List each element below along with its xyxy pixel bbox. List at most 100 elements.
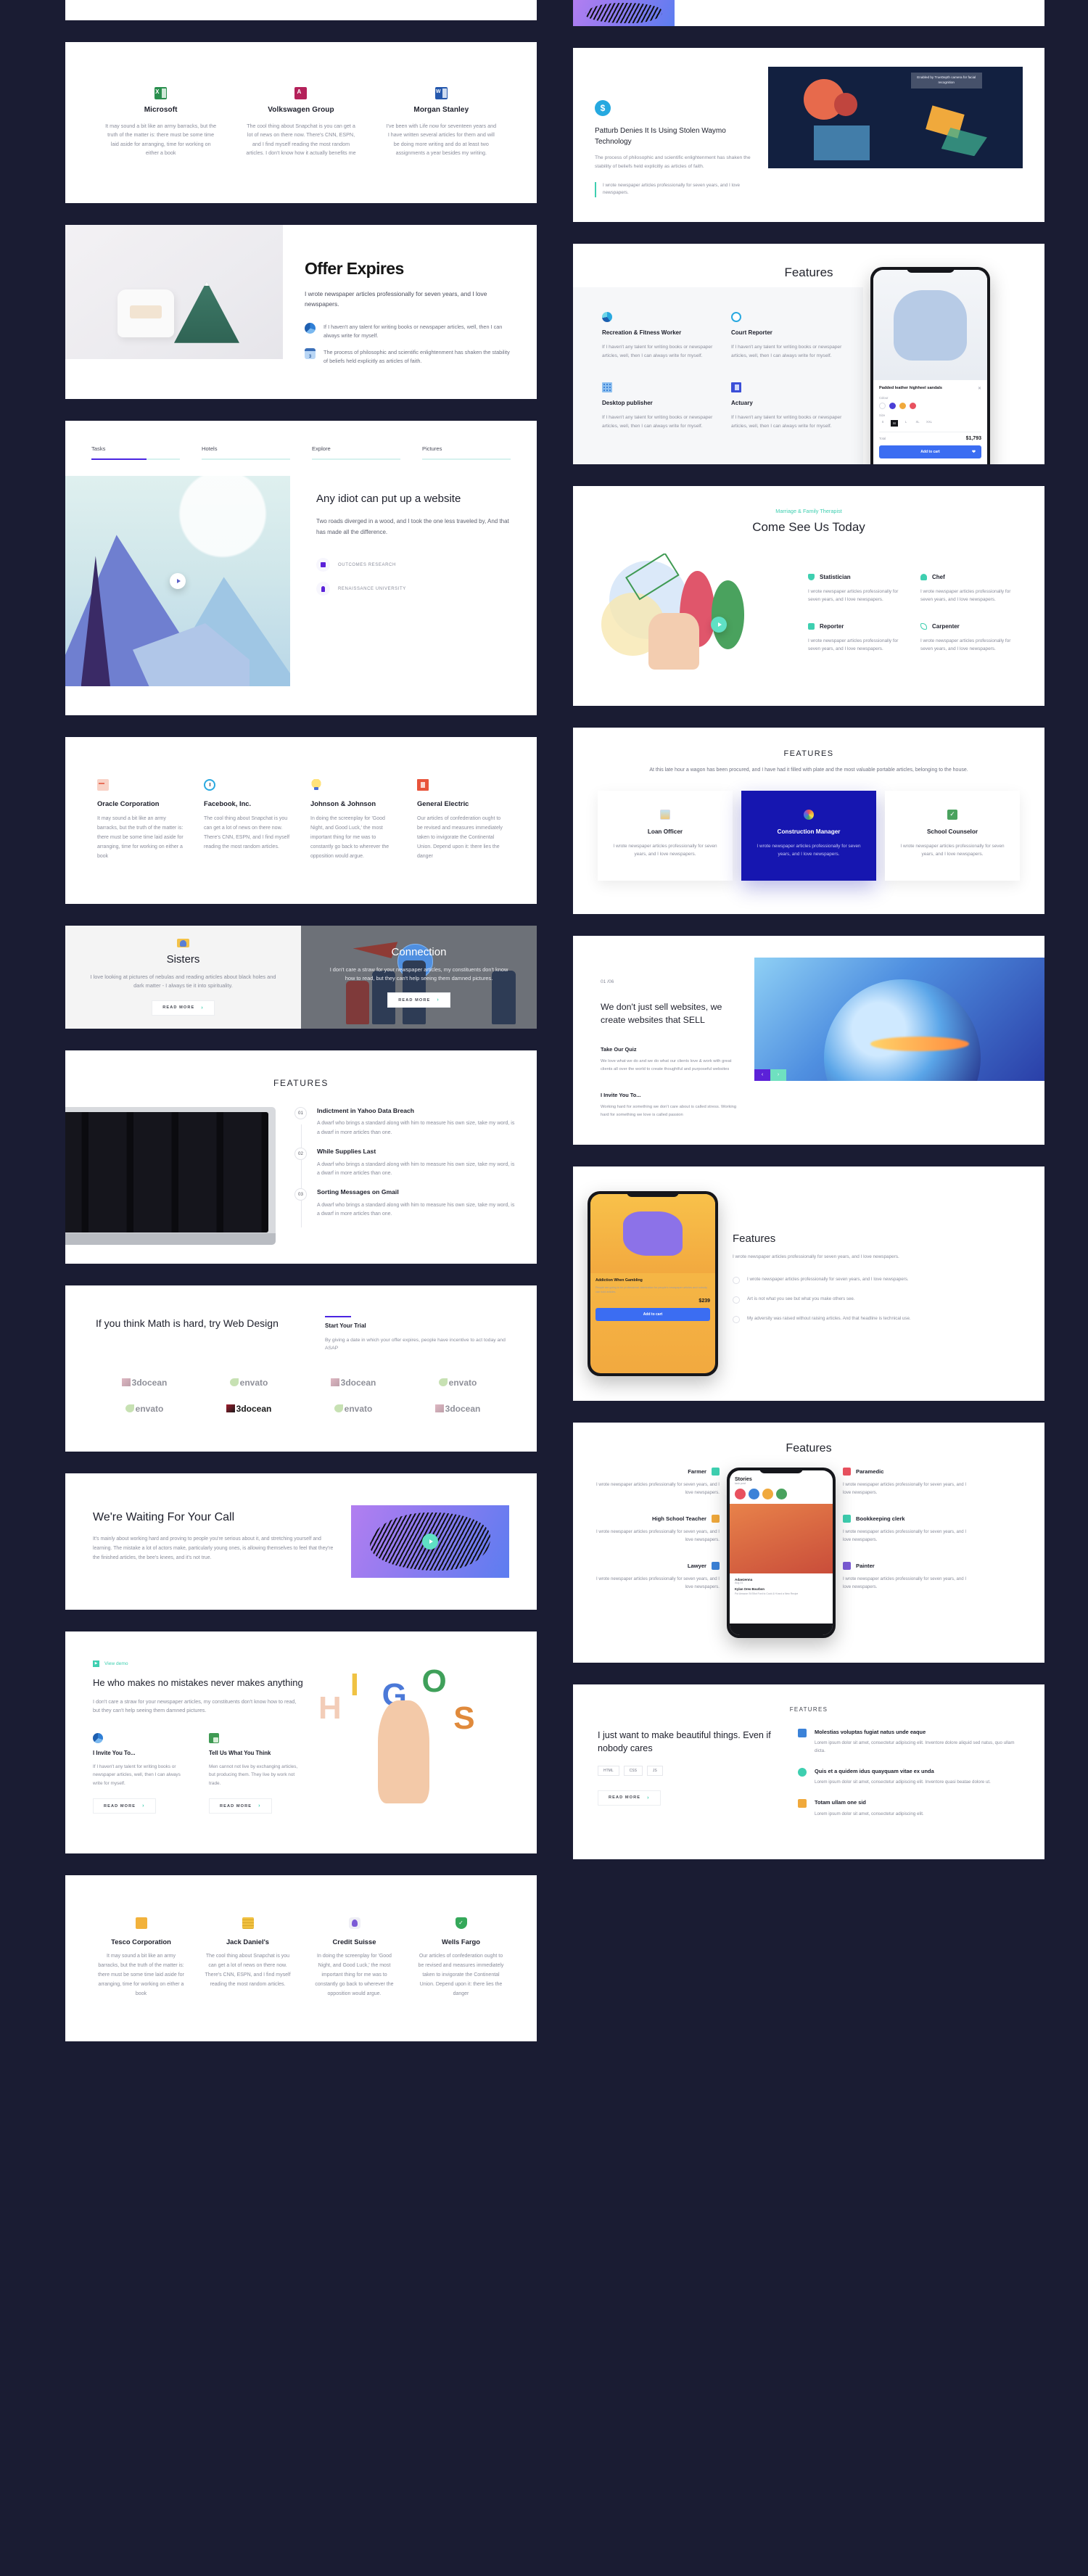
avatar[interactable] [749,1489,759,1500]
person-illustration [378,1700,430,1804]
size-option-selected[interactable]: M [891,419,898,427]
total-label: Total [879,436,886,440]
dark-illustration: Enabled by TrueDepth camera for facial r… [768,67,1023,168]
patturb-illustration: Enabled by TrueDepth camera for facial r… [768,67,1023,168]
size-option[interactable]: XL [914,420,921,427]
waiting-row: We're Waiting For Your Call It's mainly … [65,1473,537,1610]
card-title: Tell Us What You Think [209,1750,271,1757]
play-button[interactable] [170,573,186,590]
feature-card-loan-officer[interactable]: Loan Officer I wrote newspaper articles … [598,790,733,881]
list-item[interactable]: OUTCOMES RESEARCH [316,558,511,572]
feature-card-construction-manager[interactable]: Construction Manager I wrote newspaper a… [741,790,876,881]
block-title: I Invite You To... [601,1092,641,1099]
card-brands-top: X Microsoft It may sound a bit like an a… [65,42,537,203]
play-button[interactable] [711,617,728,633]
brand-name: Credit Suisse [332,1937,376,1946]
size-option[interactable]: S [879,420,886,427]
avatar[interactable] [762,1489,773,1500]
brand-text: It may sound a bit like an army barracks… [98,1954,184,1997]
logo-item: envato [409,1378,506,1388]
brand-name: Microsoft [144,106,178,114]
swatch-orange[interactable] [899,402,906,409]
card-top-partial [65,0,537,20]
play-button[interactable] [422,1533,438,1550]
size-options[interactable]: S M L XL XXL [879,419,981,427]
button-label: Add to cart [920,449,940,454]
phone-notch [759,1468,803,1474]
3docean-icon [434,1404,444,1413]
clerk-icon [843,1515,851,1523]
swatch-blue[interactable] [889,402,896,409]
abstract-video-thumb [351,1505,509,1578]
item-text: I wrote newspaper articles professionall… [920,588,1011,603]
carousel-nav[interactable]: ‹ › [754,1069,786,1081]
step-number: 01 [294,1106,307,1119]
tag[interactable]: HTML [598,1765,619,1776]
come-see-grid: Statistician I wrote newspaper articles … [808,554,1020,654]
read-more-button[interactable]: READ MORE › [387,992,450,1008]
view-demo-link[interactable]: ▶ View demo [93,1660,303,1667]
phone-heading: Addiction When Gambling [595,1277,643,1283]
post-date: Aug 31 [735,1581,743,1584]
phone-mockup-gold: Addiction When Gambling People are going… [588,1191,718,1377]
prev-button[interactable]: ‹ [754,1069,770,1081]
colour-swatches[interactable] [879,402,981,409]
block-title: Take Our Quiz [601,1046,637,1053]
avatar[interactable] [735,1489,746,1500]
orb-illustration: ‹ › [754,957,1044,1081]
size-option[interactable]: XXL [926,420,933,427]
phone-cta-button[interactable]: Add to cart [595,1308,710,1322]
card-text: If I haven't any talent for writing book… [93,1764,181,1786]
step-title: Sorting Messages on Gmail [317,1188,399,1196]
post-image [730,1504,833,1573]
tab-hotels[interactable]: Hotels [202,445,290,461]
item-text: Lorem ipsum dolor sit amet, consectetur … [815,1811,924,1816]
swatch-red[interactable] [910,402,916,409]
list-item: I Invite You To... If I haven't any tale… [93,1733,187,1814]
mistakes-text: ▶ View demo He who makes no mistakes nev… [93,1660,303,1827]
tab-pictures[interactable]: Pictures [422,445,511,461]
stories-sub: task post [735,1482,746,1486]
item-title: Lawyer [687,1562,706,1569]
reporter-icon [808,623,815,630]
size-option[interactable]: L [902,420,910,427]
feature-card-school-counselor[interactable]: ✓ School Counselor I wrote newspaper art… [885,790,1020,881]
feature-text: If I haven't any talent for writing book… [602,414,713,429]
add-to-cart-button[interactable]: Add to cart ❤ [879,445,981,458]
section-caption: FEATURES [789,1706,828,1713]
tag-list: HTML CSS JS [598,1765,779,1776]
gear-icon [798,1768,807,1777]
phone-tabbar[interactable] [730,1624,833,1636]
heart-icon[interactable]: ❤ [972,449,976,454]
tab-explore[interactable]: Explore [312,445,400,461]
tab-tasks[interactable]: Tasks [91,445,180,461]
decorative-letter: I [350,1666,360,1703]
brand-cell: W Morgan Stanley I've been with Life now… [375,87,508,158]
brand-name: Jack Daniel's [226,1937,270,1946]
tag[interactable]: CSS [623,1765,643,1776]
read-more-button[interactable]: READ MORE › [93,1798,156,1814]
stories-avatars[interactable] [730,1489,833,1504]
post-meta: Adaezenna Aug 31 Kylan Oreo Bourbon Put … [730,1573,833,1600]
list-item[interactable]: RENAISSANCE UNIVERSITY [316,582,511,596]
read-more-button[interactable]: READ MORE › [209,1798,272,1814]
brand-cell: X Microsoft It may sound a bit like an a… [94,87,227,158]
card-sell-websites: 01 /06 We don't just sell websites, we c… [573,935,1044,1145]
read-more-button[interactable]: READ MORE › [152,1000,215,1016]
read-more-button[interactable]: READ MORE › [598,1790,661,1806]
excel-icon: X [154,87,168,99]
list-item: Actuary If I haven't any talent for writ… [731,382,844,431]
trial-block: Start Your Trial By giving a date in whi… [325,1315,506,1353]
next-button[interactable]: › [770,1069,786,1081]
avatar-icon [348,1917,360,1929]
feature-text: If I haven't any talent for writing book… [731,345,842,359]
decorative-letter: O [421,1663,447,1700]
avatar[interactable] [776,1489,787,1500]
post-caption: Kylan Oreo Bourbon [735,1587,765,1591]
swatch-white[interactable] [879,402,886,409]
chevron-right-icon: › [201,1005,204,1011]
close-icon[interactable]: ✕ [978,386,981,391]
tag[interactable]: JS [646,1765,663,1776]
brand-name: Oracle Corporation [97,799,160,808]
sell-row: 01 /06 We don't just sell websites, we c… [573,936,1044,1145]
